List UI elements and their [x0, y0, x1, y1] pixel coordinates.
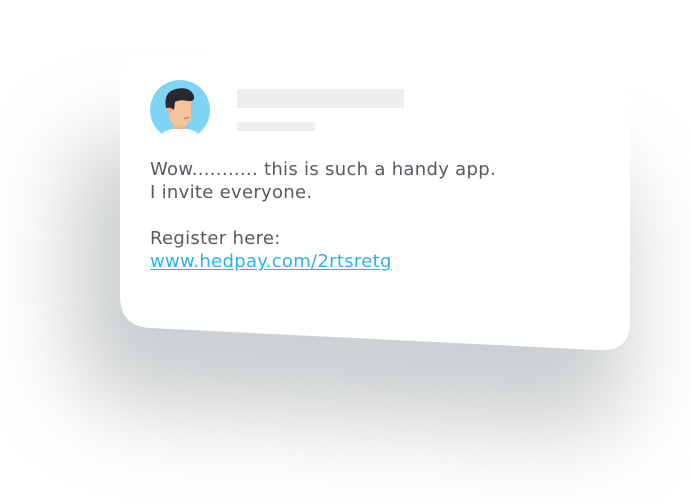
- post-message: Wow........... this is such a handy app.…: [150, 158, 496, 273]
- timestamp-placeholder: [237, 122, 315, 131]
- message-line: I invite everyone.: [150, 182, 313, 203]
- message-line: Wow........... this is such a handy app.: [150, 159, 496, 180]
- message-spacer: [150, 204, 496, 227]
- register-link[interactable]: www.hedpay.com/2rtsretg: [150, 250, 496, 273]
- register-label: Register here:: [150, 228, 281, 249]
- username-placeholder: [237, 89, 404, 108]
- user-avatar-icon: [150, 80, 210, 140]
- testimonial-scene: Wow........... this is such a handy app.…: [0, 0, 690, 503]
